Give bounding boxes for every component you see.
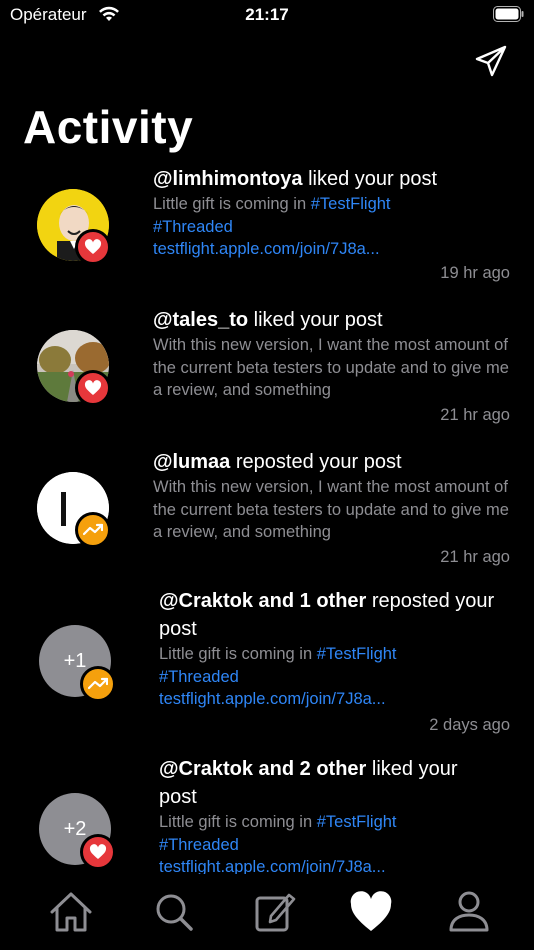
notification-headline: @Craktok and 2 other liked your post	[159, 758, 458, 808]
notification-item[interactable]: @lumaa reposted your post With this new …	[0, 444, 534, 574]
notification-headline: @Craktok and 1 other reposted your post	[159, 590, 495, 640]
hashtag-link[interactable]: #Threaded	[159, 668, 239, 686]
timestamp: 19 hr ago	[440, 264, 510, 282]
url-link[interactable]: testflight.apple.com/join/7J8a...	[159, 858, 386, 874]
username[interactable]: @tales_to	[153, 309, 248, 331]
heart-icon	[89, 844, 107, 859]
url-link[interactable]: testflight.apple.com/join/7J8a...	[153, 240, 380, 258]
status-time: 21:17	[245, 5, 289, 24]
notification-text: @tales_to liked your post With this new …	[153, 306, 513, 401]
username[interactable]: @Craktok and 2 other	[159, 758, 366, 780]
notification-item[interactable]: +2 @Craktok and 2 other liked your post …	[0, 754, 534, 874]
notification-text: @limhimontoya liked your post Little gif…	[153, 165, 513, 261]
hashtag-link[interactable]: #TestFlight	[317, 813, 397, 831]
avatar-count-label: +1	[63, 649, 87, 672]
notification-headline: @lumaa reposted your post	[153, 451, 402, 473]
status-bar: Opérateur 21:17	[0, 0, 534, 32]
home-icon[interactable]	[47, 890, 95, 934]
timestamp: 21 hr ago	[440, 406, 510, 424]
repost-icon	[88, 677, 108, 690]
like-badge	[80, 834, 116, 870]
repost-icon	[83, 523, 103, 536]
username[interactable]: @lumaa	[153, 451, 230, 473]
hashtag-link[interactable]: #TestFlight	[317, 645, 397, 663]
heart-icon[interactable]	[347, 890, 395, 934]
profile-icon[interactable]	[445, 890, 493, 934]
like-badge	[75, 370, 111, 406]
notification-headline: @tales_to liked your post	[153, 309, 383, 331]
post-excerpt: Little gift is coming in #TestFlight #Th…	[159, 813, 397, 874]
heart-icon	[84, 239, 102, 254]
avatar-count-label: +2	[63, 817, 87, 840]
username[interactable]: @Craktok and 1 other	[159, 590, 366, 612]
hashtag-link[interactable]: #Threaded	[153, 218, 233, 236]
notification-text: @Craktok and 2 other liked your post Lit…	[159, 755, 499, 874]
send-icon[interactable]	[474, 44, 508, 78]
notification-text: @Craktok and 1 other reposted your post …	[159, 587, 499, 711]
notification-headline: @limhimontoya liked your post	[153, 168, 438, 190]
page-title: Activity	[23, 101, 194, 153]
hashtag-link[interactable]: #TestFlight	[311, 195, 391, 213]
timestamp: 21 hr ago	[440, 548, 510, 566]
url-link[interactable]: testflight.apple.com/join/7J8a...	[159, 690, 386, 708]
hashtag-link[interactable]: #Threaded	[159, 836, 239, 854]
notification-item[interactable]: @tales_to liked your post With this new …	[0, 302, 534, 432]
timestamp: 2 days ago	[429, 716, 510, 734]
username[interactable]: @limhimontoya	[153, 168, 303, 190]
compose-icon[interactable]	[252, 890, 300, 934]
heart-icon	[84, 380, 102, 395]
post-excerpt: Little gift is coming in #TestFlight #Th…	[153, 195, 391, 258]
post-excerpt: Little gift is coming in #TestFlight #Th…	[159, 645, 397, 708]
battery-icon	[493, 6, 524, 22]
post-excerpt: With this new version, I want the most a…	[153, 478, 509, 541]
notification-item[interactable]: +1 @Craktok and 1 other reposted your po…	[0, 586, 534, 742]
search-icon[interactable]	[150, 890, 198, 934]
tab-bar	[0, 874, 534, 950]
repost-badge	[80, 666, 116, 702]
activity-feed[interactable]: @limhimontoya liked your post Little gif…	[0, 160, 534, 874]
notification-text: @lumaa reposted your post With this new …	[153, 448, 513, 543]
notification-item[interactable]: @limhimontoya liked your post Little gif…	[0, 160, 534, 290]
post-excerpt: With this new version, I want the most a…	[153, 336, 509, 399]
repost-badge	[75, 512, 111, 548]
like-badge	[75, 229, 111, 265]
